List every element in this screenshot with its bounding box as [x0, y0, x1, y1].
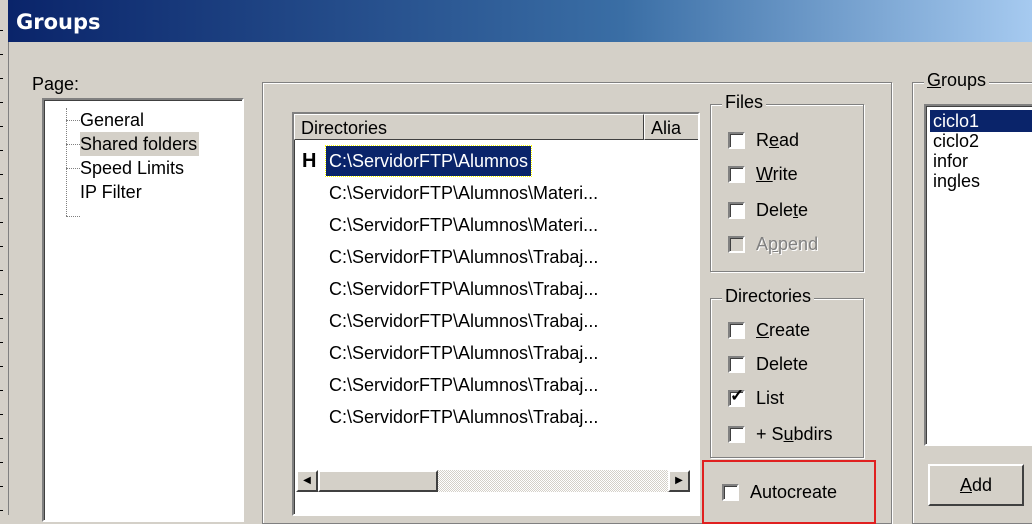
- list-label: List: [756, 388, 785, 408]
- tree-connector: [66, 108, 67, 216]
- group-item-label: ciclo2: [933, 131, 980, 151]
- add-group-button[interactable]: Add: [928, 464, 1024, 506]
- tree-connector: [66, 144, 80, 145]
- ruler-tick: [0, 462, 3, 463]
- page-label: Page:: [32, 74, 80, 94]
- group-item[interactable]: ciclo1: [930, 110, 1032, 132]
- page-tree[interactable]: General Shared folders Speed Limits IP F…: [42, 98, 244, 522]
- directory-path: C:\ServidorFTP\Alumnos\Trabaj...: [329, 407, 599, 427]
- directory-path: C:\ServidorFTP\Alumnos\Trabaj...: [329, 311, 599, 331]
- checkbox-box: [728, 132, 745, 149]
- delete-files-label: Delete: [756, 200, 809, 220]
- ruler-tick: [0, 270, 3, 271]
- ruler-tick: [0, 30, 3, 31]
- scroll-right-button[interactable]: ▶: [668, 470, 690, 492]
- ruler-tick: [0, 366, 3, 367]
- checkbox-box: [728, 202, 745, 219]
- directory-path: C:\ServidorFTP\Alumnos: [324, 145, 533, 177]
- checkbox-box: [728, 236, 745, 253]
- window-title: Groups: [16, 10, 101, 34]
- groups-listbox[interactable]: ciclo1 ciclo2 infor ingles: [924, 104, 1032, 446]
- group-item-label: ciclo1: [933, 111, 980, 131]
- home-directory-marker: H: [302, 150, 317, 172]
- tree-item-label: Shared folders: [80, 134, 198, 154]
- groups-groupbox-title: Groups: [924, 70, 990, 91]
- group-item-label: infor: [933, 151, 969, 171]
- read-label: Read: [756, 130, 800, 150]
- tree-connector: [66, 168, 80, 169]
- arrow-right-icon: ▶: [675, 475, 683, 486]
- ruler-tick: [0, 342, 3, 343]
- tree-item-ip-filter[interactable]: IP Filter: [80, 180, 142, 204]
- ruler-tick: [0, 438, 3, 439]
- group-item[interactable]: infor: [930, 150, 971, 172]
- directory-path: C:\ServidorFTP\Alumnos\Trabaj...: [329, 343, 599, 363]
- write-label: Write: [756, 164, 798, 184]
- scroll-left-button[interactable]: ◀: [296, 470, 318, 492]
- directory-path: C:\ServidorFTP\Alumnos\Materi...: [329, 215, 599, 235]
- tree-item-general[interactable]: General: [80, 108, 144, 132]
- directory-path: C:\ServidorFTP\Alumnos\Trabaj...: [329, 247, 599, 267]
- checkmark-icon: ✓: [730, 386, 745, 405]
- ruler-tick: [0, 198, 3, 199]
- directory-path: C:\ServidorFTP\Alumnos\Materi...: [329, 183, 599, 203]
- append-label: Append: [756, 234, 819, 254]
- ruler-tick: [0, 246, 3, 247]
- checkbox-box: [728, 322, 745, 339]
- tree-item-speed-limits[interactable]: Speed Limits: [80, 156, 184, 180]
- tree-connector: [66, 120, 80, 121]
- group-item[interactable]: ingles: [930, 170, 983, 192]
- column-header-alias[interactable]: Alia: [644, 114, 698, 140]
- scrollbar-thumb[interactable]: [318, 470, 438, 492]
- ruler-tick: [0, 54, 3, 55]
- tree-item-label: General: [80, 110, 145, 130]
- column-header-label: Alia: [651, 118, 682, 138]
- directories-list[interactable]: Directories Alia H C:\ServidorFTP\Alumno…: [292, 112, 700, 516]
- ruler-tick: [0, 222, 3, 223]
- checkbox-box: ✓: [728, 386, 745, 407]
- group-item-label: ingles: [933, 171, 981, 191]
- ruler-tick: [0, 390, 3, 391]
- tree-connector: [66, 216, 80, 217]
- column-header-label: Directories: [301, 118, 388, 138]
- ruler-tick: [0, 102, 3, 103]
- arrow-left-icon: ◀: [303, 475, 311, 486]
- directory-path: C:\ServidorFTP\Alumnos\Trabaj...: [329, 375, 599, 395]
- ruler-tick: [0, 174, 3, 175]
- create-label: Create: [756, 320, 811, 340]
- checkbox-box: [722, 484, 739, 501]
- checkbox-box: [728, 356, 745, 373]
- ruler-tick: [0, 510, 3, 511]
- directories-groupbox-title: Directories: [722, 286, 815, 307]
- ruler-tick: [0, 414, 3, 415]
- tree-item-label: IP Filter: [80, 182, 142, 202]
- group-item[interactable]: ciclo2: [930, 130, 982, 152]
- files-groupbox-title: Files: [722, 92, 767, 113]
- column-header-directories[interactable]: Directories: [294, 114, 644, 140]
- ruler-tick: [0, 486, 3, 487]
- window-left-edge: [0, 0, 9, 515]
- ruler-tick: [0, 126, 3, 127]
- ruler-tick: [0, 294, 3, 295]
- ruler-tick: [0, 150, 3, 151]
- tree-item-shared-folders[interactable]: Shared folders: [80, 132, 200, 156]
- tree-item-label: Speed Limits: [80, 158, 185, 178]
- horizontal-scrollbar[interactable]: ◀ ▶: [296, 470, 690, 492]
- checkbox-box: [728, 426, 745, 443]
- autocreate-label: Autocreate: [750, 482, 838, 502]
- ruler-tick: [0, 318, 3, 319]
- checkbox-box: [728, 166, 745, 183]
- title-bar: Groups: [8, 0, 1032, 42]
- delete-dirs-label: Delete: [756, 354, 809, 374]
- directory-path: C:\ServidorFTP\Alumnos\Trabaj...: [329, 279, 599, 299]
- subdirs-label: + Subdirs: [756, 424, 833, 444]
- ruler-tick: [0, 78, 3, 79]
